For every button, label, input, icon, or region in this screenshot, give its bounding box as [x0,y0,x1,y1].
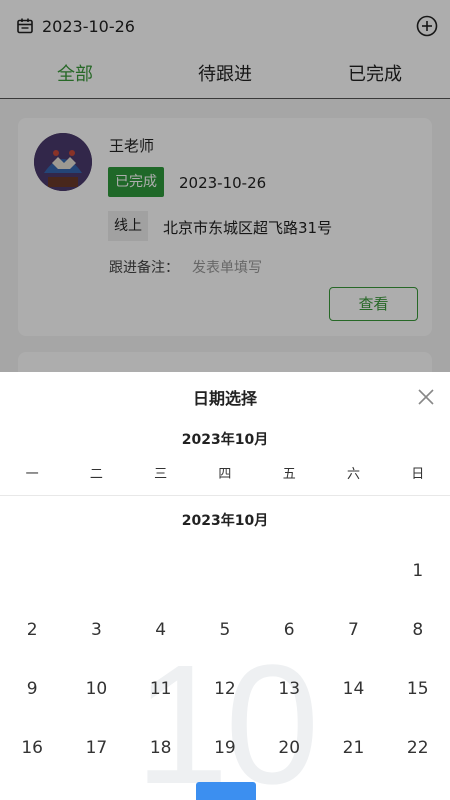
weekday-header: 一 二 三 四 五 六 日 [0,464,450,496]
day-cell[interactable]: 10 [64,659,128,718]
day-cell[interactable]: 4 [129,600,193,659]
day-cell [193,541,257,600]
picker-title: 日期选择 [192,389,257,408]
date-picker-sheet: 日期选择 2023年10月 一 二 三 四 五 六 日 10 2023年10月 … [0,372,450,800]
weekday-wed: 三 [154,467,168,482]
weekday-sun: 日 [411,467,425,482]
selected-day-highlight[interactable] [196,782,256,800]
day-cell[interactable]: 6 [257,600,321,659]
day-cell[interactable]: 8 [386,600,450,659]
day-cell[interactable]: 21 [321,718,385,777]
weekday-fri: 五 [282,467,296,482]
close-icon[interactable] [418,389,434,405]
day-cell[interactable]: 19 [193,718,257,777]
day-cell [257,541,321,600]
day-cell[interactable]: 1 [386,541,450,600]
day-cell [0,541,64,600]
day-cell [129,541,193,600]
day-cell[interactable]: 18 [129,718,193,777]
day-grid: 1 2 3 4 5 6 7 8 9 10 11 12 13 14 15 16 1… [0,541,450,777]
day-cell[interactable]: 16 [0,718,64,777]
day-cell[interactable]: 17 [64,718,128,777]
picker-header-month: 2023年10月 [181,432,269,448]
day-cell [64,541,128,600]
weekday-thu: 四 [218,467,232,482]
day-cell[interactable]: 14 [321,659,385,718]
day-cell[interactable]: 22 [386,718,450,777]
day-cell[interactable]: 9 [0,659,64,718]
day-cell[interactable]: 12 [193,659,257,718]
day-cell[interactable]: 13 [257,659,321,718]
day-cell[interactable]: 3 [64,600,128,659]
day-cell[interactable]: 15 [386,659,450,718]
day-cell[interactable]: 2 [0,600,64,659]
day-cell [321,541,385,600]
weekday-mon: 一 [25,467,39,482]
month-title: 2023年10月 [181,513,269,529]
day-cell[interactable]: 5 [193,600,257,659]
weekday-sat: 六 [346,467,360,482]
weekday-tue: 二 [89,467,103,482]
day-cell[interactable]: 20 [257,718,321,777]
day-cell[interactable]: 7 [321,600,385,659]
day-cell[interactable]: 11 [129,659,193,718]
